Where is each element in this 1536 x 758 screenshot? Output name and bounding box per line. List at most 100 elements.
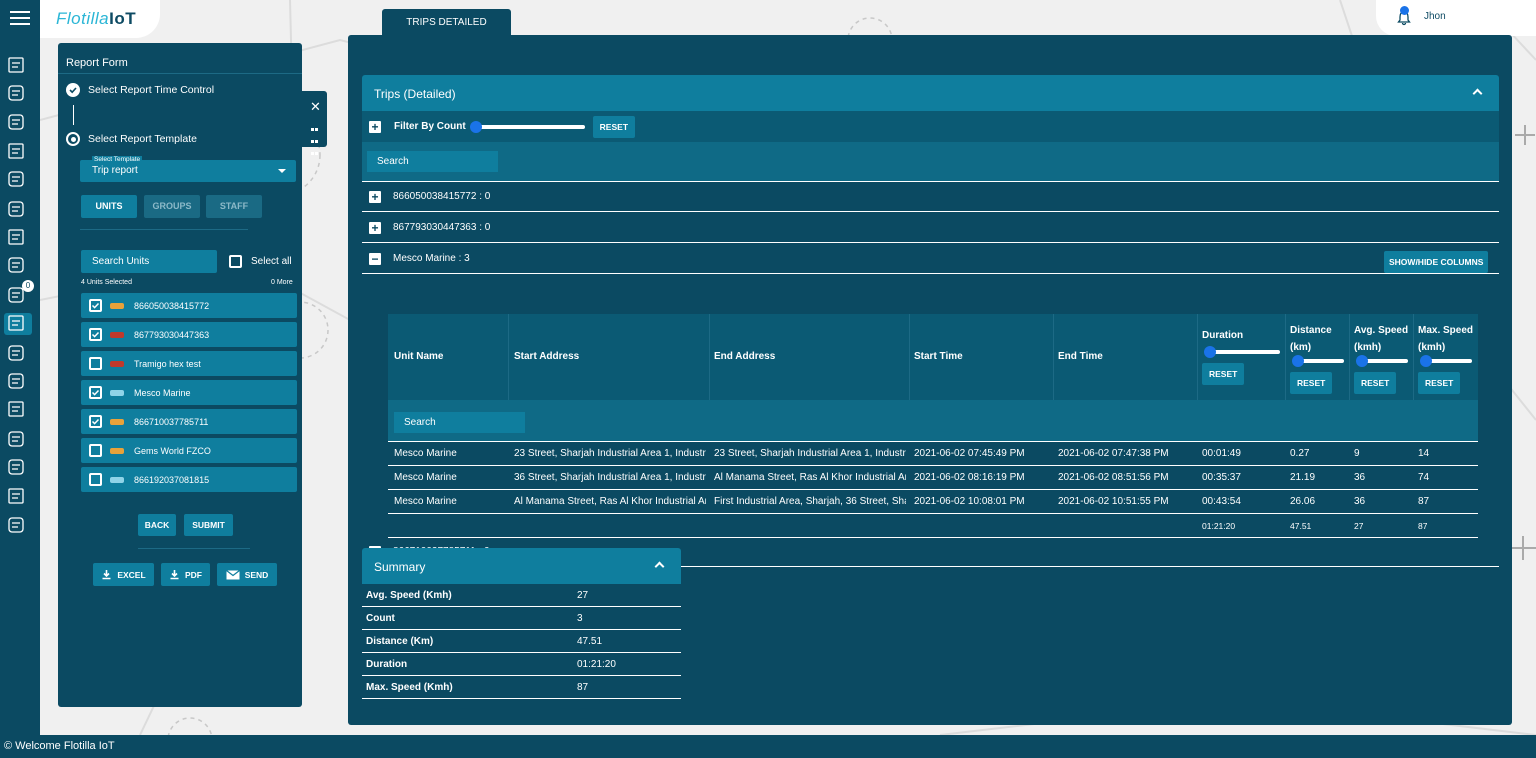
nested-search-input[interactable]: Search xyxy=(394,412,525,433)
duration-slider[interactable] xyxy=(1204,346,1280,358)
search-units-input[interactable]: Search Units xyxy=(81,250,217,273)
close-icon[interactable]: ✕ xyxy=(310,99,321,115)
checkbox-icon[interactable] xyxy=(89,473,102,486)
checkbox-icon[interactable] xyxy=(89,357,102,370)
col-end-time[interactable]: End Time xyxy=(1058,351,1103,362)
chevron-up-icon[interactable] xyxy=(1472,88,1483,99)
caret-down-icon xyxy=(278,169,286,173)
menu-icon[interactable] xyxy=(10,11,30,25)
pdf-button[interactable]: PDF xyxy=(161,563,210,586)
avg-speed-reset-button[interactable]: RESET xyxy=(1354,372,1397,394)
list-icon[interactable] xyxy=(8,114,24,130)
filter-reset-button[interactable]: RESET xyxy=(592,115,636,138)
bell-icon[interactable] xyxy=(8,287,24,303)
search-input[interactable]: Search xyxy=(367,151,498,172)
step-template[interactable]: Select Report Template xyxy=(66,132,197,146)
dashboard-icon[interactable] xyxy=(8,57,24,73)
report-icon[interactable] xyxy=(4,313,32,335)
divider xyxy=(58,73,302,74)
trips-header[interactable]: Trips (Detailed) xyxy=(362,75,1499,111)
submit-button[interactable]: SUBMIT xyxy=(184,514,233,536)
tab-groups[interactable]: GROUPS xyxy=(144,195,200,218)
distance-slider[interactable] xyxy=(1292,355,1344,367)
send-button[interactable]: SEND xyxy=(217,563,277,586)
monitor-icon[interactable] xyxy=(8,85,24,101)
unit-list-item[interactable]: Tramigo hex test xyxy=(81,351,297,376)
totals-row: 01:21:20 47.51 27 87 xyxy=(388,514,1478,538)
drag-handle-icon[interactable] xyxy=(311,123,319,155)
max-speed-slider[interactable] xyxy=(1420,355,1472,367)
group-row[interactable]: − Mesco Marine : 3 xyxy=(362,244,1499,274)
summary-row: Duration 01:21:20 xyxy=(362,653,681,676)
cell-duration: 00:01:49 xyxy=(1202,448,1241,459)
unit-list-item[interactable]: 866192037081815 xyxy=(81,467,297,492)
slider-knob[interactable] xyxy=(469,120,482,133)
users-icon[interactable] xyxy=(8,171,24,187)
user-icon[interactable] xyxy=(8,143,24,159)
path-icon[interactable] xyxy=(8,373,24,389)
avg-speed-slider[interactable] xyxy=(1356,355,1408,367)
slider-knob[interactable] xyxy=(1420,355,1432,367)
expand-icon[interactable]: + xyxy=(369,190,381,203)
unit-list-item[interactable]: Gems World FZCO xyxy=(81,438,297,463)
summary-title: Summary xyxy=(374,560,426,574)
collapse-icon[interactable]: − xyxy=(369,252,381,265)
unit-list-item[interactable]: 867793030447363 xyxy=(81,322,297,347)
group-row[interactable]: +866050038415772 : 0 xyxy=(362,182,1499,212)
slider-knob[interactable] xyxy=(1292,355,1304,367)
expand-icon[interactable]: + xyxy=(369,120,381,133)
user-menu[interactable]: Jhon xyxy=(1376,0,1536,36)
checkbox-checked-icon[interactable] xyxy=(89,328,102,341)
cell-distance: 26.06 xyxy=(1290,496,1316,507)
back-button[interactable]: BACK xyxy=(138,514,176,536)
chevron-up-icon[interactable] xyxy=(654,561,665,572)
show-hide-columns-button[interactable]: SHOW/HIDE COLUMNS xyxy=(1384,251,1489,273)
checkbox-checked-icon[interactable] xyxy=(89,299,102,312)
checkbox-checked-icon[interactable] xyxy=(89,415,102,428)
col-max-speed[interactable]: Max. Speed (kmh) xyxy=(1418,322,1476,356)
expand-icon[interactable]: + xyxy=(369,221,381,234)
col-duration[interactable]: Duration xyxy=(1202,330,1243,341)
tracking-icon[interactable] xyxy=(8,401,24,417)
modules-icon[interactable] xyxy=(8,459,24,475)
duration-reset-button[interactable]: RESET xyxy=(1202,363,1245,385)
col-start-address[interactable]: Start Address xyxy=(514,351,579,362)
trip-row[interactable]: Mesco Marine 36 Street, Sharjah Industria… xyxy=(388,466,1478,490)
logo[interactable]: FlotillaIoT xyxy=(40,0,160,38)
trip-row[interactable]: Mesco Marine 23 Street, Sharjah Industria… xyxy=(388,442,1478,466)
select-all-checkbox[interactable]: Select all xyxy=(229,255,292,268)
col-avg-speed[interactable]: Avg. Speed (kmh) xyxy=(1354,322,1412,356)
chat-icon[interactable] xyxy=(8,345,24,361)
step-time-control[interactable]: Select Report Time Control xyxy=(66,83,214,97)
unit-name: Gems World FZCO xyxy=(134,445,211,456)
distance-reset-button[interactable]: RESET xyxy=(1290,372,1333,394)
checkbox-checked-icon[interactable] xyxy=(89,386,102,399)
slider-knob[interactable] xyxy=(1204,346,1216,358)
group-row[interactable]: +867793030447363 : 0 xyxy=(362,213,1499,243)
route-icon[interactable] xyxy=(8,257,24,273)
unit-list-item[interactable]: 866050038415772 xyxy=(81,293,297,318)
car-icon[interactable] xyxy=(8,229,24,245)
flow-icon[interactable] xyxy=(8,517,24,533)
summary-header[interactable]: Summary xyxy=(362,548,681,584)
slider-knob[interactable] xyxy=(1356,355,1368,367)
tab-units[interactable]: UNITS xyxy=(81,195,137,218)
trip-row[interactable]: Mesco Marine Al Manama Street, Ras Al Kho… xyxy=(388,490,1478,514)
tab-staff[interactable]: STAFF xyxy=(206,195,262,218)
wrench-icon[interactable] xyxy=(8,488,24,504)
col-start-time[interactable]: Start Time xyxy=(914,351,963,362)
unit-list-item[interactable]: Mesco Marine xyxy=(81,380,297,405)
excel-button[interactable]: EXCEL xyxy=(93,563,154,586)
inbox-icon[interactable] xyxy=(8,431,24,447)
template-select[interactable]: Select Template Trip report xyxy=(80,156,296,182)
col-end-address[interactable]: End Address xyxy=(714,351,775,362)
filter-count-slider[interactable] xyxy=(469,120,585,133)
tab-trips-detailed[interactable]: TRIPS DETAILED xyxy=(382,9,511,36)
col-unit-name[interactable]: Unit Name xyxy=(394,351,443,362)
checkbox-icon[interactable] xyxy=(89,444,102,457)
cell-end-addr: Al Manama Street, Ras Al Khor Industrial… xyxy=(714,472,906,483)
max-speed-reset-button[interactable]: RESET xyxy=(1418,372,1461,394)
unit-list-item[interactable]: 866710037785711 xyxy=(81,409,297,434)
truck-icon[interactable] xyxy=(8,201,24,217)
col-distance[interactable]: Distance (km) xyxy=(1290,322,1346,356)
